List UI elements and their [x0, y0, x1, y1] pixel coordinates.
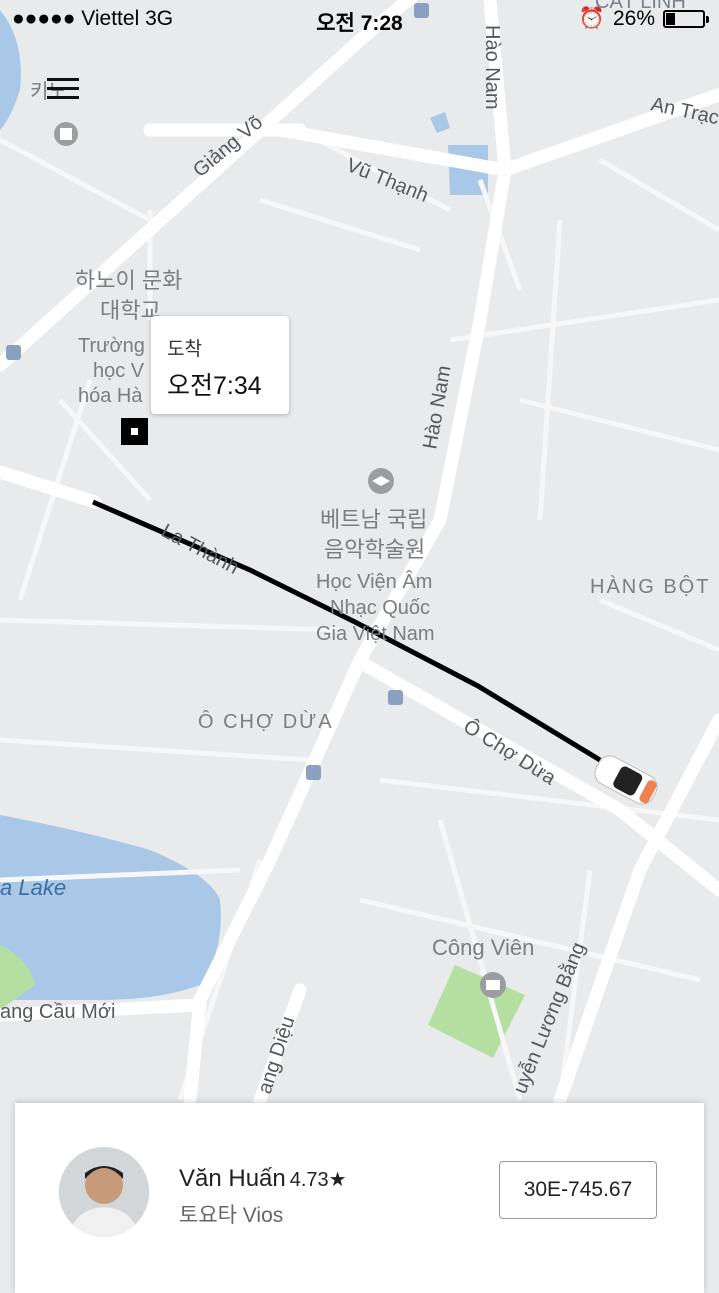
- map-label: Trường: [78, 335, 145, 357]
- car-model: 토요타 Vios: [179, 1204, 284, 1227]
- driver-rating: 4.73★: [289, 1169, 347, 1191]
- bus-stop-icon: [6, 345, 21, 360]
- driver-name: Văn Huấn 4.73★: [179, 1165, 347, 1193]
- bus-stop-icon: [306, 765, 321, 780]
- status-bar: ●●●●● Viettel 3G 오전 7:28 ⏰ 26%: [0, 0, 719, 40]
- map-label: a Lake: [0, 875, 66, 900]
- map-label: học V: [93, 360, 145, 382]
- map-label: 하노이 문화: [75, 268, 182, 293]
- driver-avatar: [59, 1147, 149, 1237]
- map-label: Gia Việt Nam: [316, 623, 435, 645]
- eta-bubble: 도착 오전7:34: [151, 316, 289, 414]
- map-label: Công Viên: [432, 935, 534, 960]
- menu-icon[interactable]: [47, 78, 79, 102]
- map-label: Học Viện Âm: [316, 570, 432, 593]
- battery-percent: 26%: [612, 7, 655, 30]
- map-label: HÀNG BỘT: [590, 575, 710, 598]
- map-label: ang Cầu Mới: [0, 1001, 115, 1023]
- map-label: hóa Hà: [78, 385, 143, 407]
- map-label: Nhạc Quốc: [330, 597, 430, 619]
- battery-icon: [663, 10, 709, 28]
- license-plate: 30E-745.67: [499, 1161, 657, 1219]
- driver-card[interactable]: Văn Huấn 4.73★ 토요타 Vios 30E-745.67: [15, 1103, 704, 1293]
- map-label: 음악학술원: [324, 537, 425, 562]
- driver-name-text: Văn Huấn: [179, 1165, 286, 1192]
- eta-label: 도착: [167, 339, 202, 360]
- destination-marker: [121, 418, 148, 445]
- map[interactable]: Giảng Võ Vũ Thạnh Hào Nam An Trạc CÁT LI…: [0, 0, 719, 1280]
- eta-time: 오전7:34: [167, 372, 262, 400]
- alarm-icon: ⏰: [578, 7, 605, 30]
- map-label: Ô CHỢ DỪA: [198, 710, 334, 733]
- map-label: 베트남 국립: [320, 507, 427, 532]
- status-right: ⏰ 26%: [578, 7, 709, 31]
- bus-stop-icon: [388, 690, 403, 705]
